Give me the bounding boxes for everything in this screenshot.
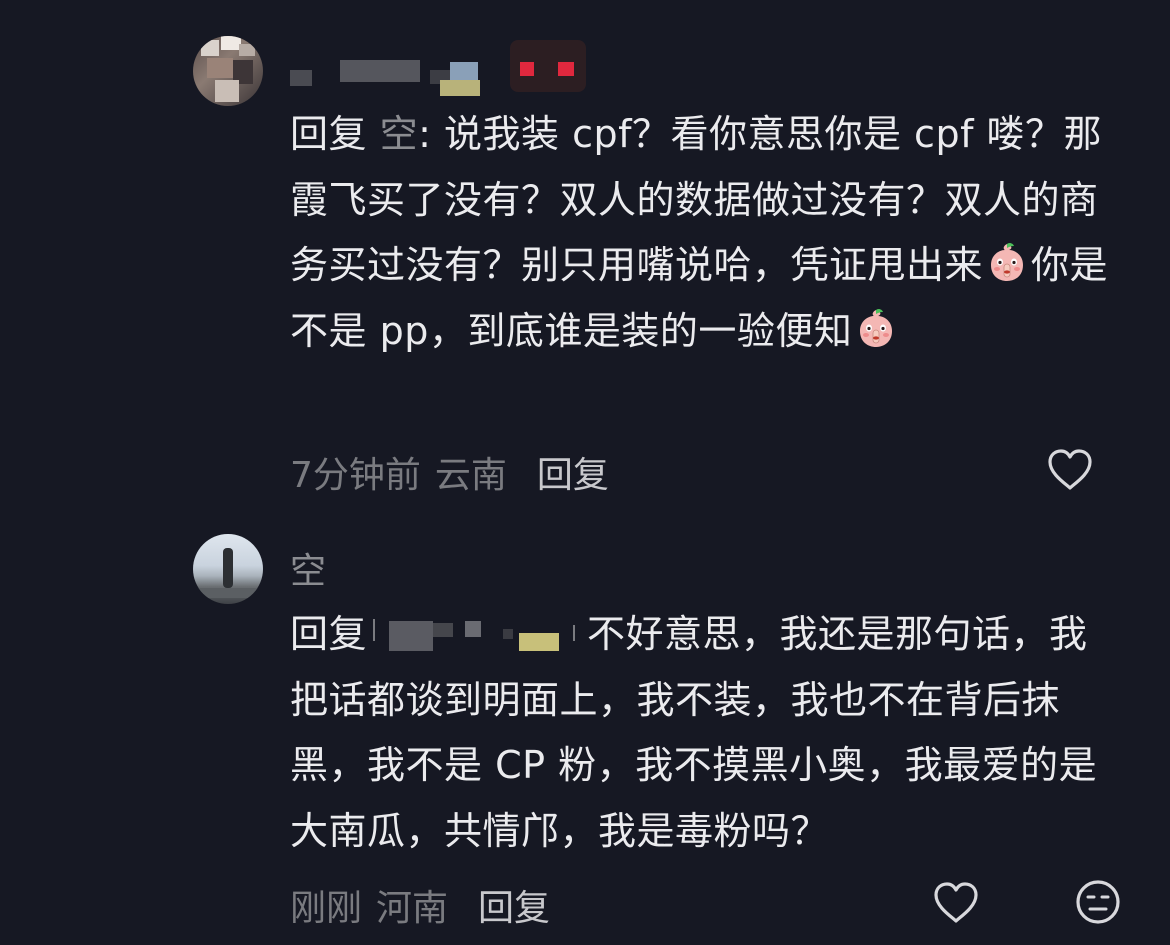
mention-user[interactable]: 空: [380, 112, 419, 156]
user-avatar[interactable]: [193, 36, 263, 106]
heart-outline-icon[interactable]: [1046, 448, 1094, 492]
username[interactable]: 空: [290, 542, 326, 594]
neutral-face-icon[interactable]: [1074, 878, 1122, 926]
comment-body: 回复 空: 说我装 cpf？看你意思你是 cpf 喽？那霞飞买了没有？双人的数据…: [290, 102, 1120, 364]
reply-prefix: 回复: [290, 612, 368, 656]
location: 云南: [434, 455, 507, 496]
reply-button[interactable]: 回复: [478, 888, 550, 929]
user-avatar[interactable]: [193, 534, 263, 604]
location: 河南: [376, 888, 449, 929]
shush-peach-emoji: [991, 242, 1024, 281]
shush-peach-emoji: [860, 308, 893, 347]
comment-meta: 刚刚 河南 回复: [290, 879, 550, 931]
timestamp: 7分钟前: [290, 455, 421, 496]
reply-button[interactable]: 回复: [537, 455, 609, 496]
mention-redacted: [367, 615, 587, 653]
comment-body: 回复 不好意思，我还是那句话，我把话都谈到明面上，我不装，我也不在背后抹黑，我不…: [290, 602, 1120, 864]
timestamp: 刚刚: [290, 888, 363, 929]
comment-meta: 7分钟前 云南 回复: [290, 446, 609, 498]
heart-outline-icon[interactable]: [932, 881, 980, 925]
username-redacted: [280, 40, 600, 100]
reply-prefix: 回复: [290, 112, 368, 156]
